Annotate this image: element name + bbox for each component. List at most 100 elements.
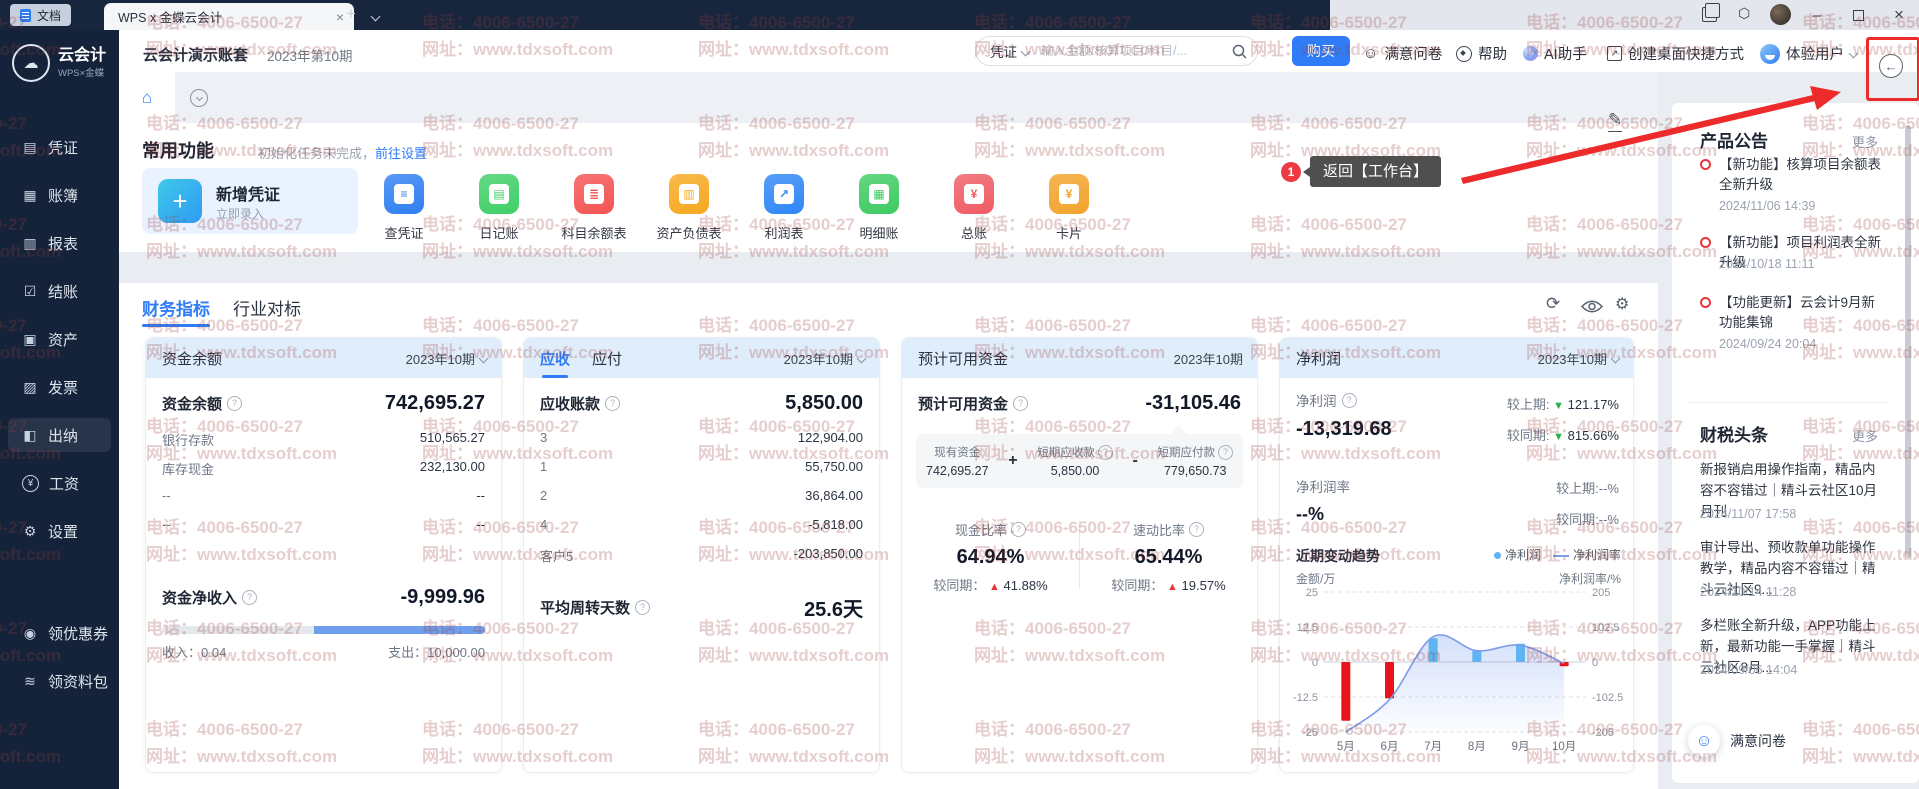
- tab-industry-benchmark[interactable]: 行业对标: [233, 295, 301, 320]
- help-icon[interactable]: ?: [1189, 522, 1204, 537]
- period-selector[interactable]: 2023年10期: [1538, 349, 1619, 368]
- scrollbar-thumb[interactable]: [1905, 125, 1911, 558]
- 总账-icon: ¥: [954, 174, 994, 214]
- sidebar-item-4[interactable]: ▣资产: [8, 322, 111, 356]
- metric-value: -13,319.68: [1296, 418, 1392, 441]
- survey-button[interactable]: ☺满意问卷: [1363, 43, 1442, 64]
- chevron-down-icon: [1611, 353, 1621, 363]
- help-icon[interactable]: ?: [1011, 522, 1026, 537]
- metric-value: --%: [1296, 504, 1350, 525]
- sidebar-item-3[interactable]: ☑结账: [8, 274, 111, 308]
- help-icon[interactable]: ?: [605, 396, 620, 411]
- global-search[interactable]: 凭证: [975, 36, 1258, 66]
- period-value: 2023年10期: [406, 349, 475, 368]
- window-restore-button[interactable]: [1843, 2, 1873, 28]
- announcement-date: 2024/09/24 20:04: [1719, 337, 1816, 351]
- help-icon[interactable]: ?: [635, 600, 650, 615]
- app-总账[interactable]: ¥总账: [926, 174, 1022, 242]
- search-input[interactable]: [1039, 43, 1232, 59]
- sidebar-item-8[interactable]: ⚙设置: [8, 514, 111, 548]
- smiley-icon: ☺: [1363, 45, 1378, 62]
- trend-title: 近期变动趋势: [1296, 546, 1380, 566]
- tab-receivable[interactable]: 应收: [540, 348, 570, 369]
- app-日记账[interactable]: ▤日记账: [451, 174, 547, 242]
- tab-overview-icon[interactable]: [1702, 7, 1717, 22]
- sidebar-item-0[interactable]: ▤凭证: [8, 130, 111, 164]
- app-科目余额表[interactable]: ≣科目余额表: [546, 174, 642, 242]
- search-scope[interactable]: 凭证: [990, 41, 1017, 61]
- headlines-title: 财税头条: [1700, 421, 1768, 446]
- app-卡片[interactable]: ¥卡片: [1021, 174, 1117, 242]
- announcement-date: 2024/11/06 14:39: [1719, 199, 1815, 213]
- refresh-icon[interactable]: ⟳: [1546, 294, 1560, 314]
- search-icon[interactable]: [1232, 44, 1247, 59]
- announcements-more-link[interactable]: 更多: [1852, 132, 1878, 151]
- sidebar-footer-item-1[interactable]: ≋领资料包: [8, 664, 111, 698]
- help-icon[interactable]: ?: [1098, 445, 1113, 460]
- sidebar-item-2[interactable]: ▥报表: [8, 226, 111, 260]
- docs-button[interactable]: 文档: [10, 4, 71, 26]
- tab-financial-indicators[interactable]: 财务指标: [142, 295, 210, 320]
- help-icon[interactable]: ?: [242, 590, 257, 605]
- turnover-metric: 平均周转天数? 25.6天: [540, 593, 863, 622]
- sidebar-item-5[interactable]: ▨发票: [8, 370, 111, 404]
- help-icon[interactable]: ?: [1342, 393, 1357, 408]
- survey-fab[interactable]: ☺ 满意问卷: [1688, 725, 1786, 757]
- app-利润表[interactable]: ↗利润表: [736, 174, 832, 242]
- history-clock-icon[interactable]: [190, 89, 208, 107]
- sidebar-item-1[interactable]: ▦账簿: [8, 178, 111, 212]
- period-selector[interactable]: 2023年10期: [784, 349, 865, 368]
- buy-button[interactable]: 购买: [1292, 36, 1350, 66]
- ai-sparkle-icon: ···: [1523, 46, 1538, 61]
- app-glyph: ▦: [869, 184, 889, 204]
- 日记账-icon: ▤: [479, 174, 519, 214]
- help-icon[interactable]: ?: [1013, 396, 1028, 411]
- quick-functions-title: 常用功能: [142, 137, 214, 163]
- window-close-button[interactable]: ×: [1884, 2, 1914, 28]
- app-查凭证[interactable]: ≡查凭证: [356, 174, 452, 242]
- sidebar-item-6[interactable]: ◧出纳: [8, 418, 111, 452]
- app-label: 明细账: [831, 223, 927, 242]
- eye-icon[interactable]: [1581, 299, 1603, 314]
- active-browser-tab[interactable]: WPS x 金蝶云会计 ×: [104, 3, 354, 30]
- account-set-name[interactable]: 云会计演示账套: [143, 44, 248, 65]
- table-row: 3122,904.00: [540, 430, 863, 445]
- help-icon[interactable]: ?: [227, 396, 242, 411]
- expense: 支出：10,000.00: [388, 642, 485, 661]
- sidebar-footer-item-0[interactable]: ◉领优惠券: [8, 616, 111, 650]
- bullet-icon: [1700, 237, 1711, 248]
- app-明细账[interactable]: ▦ 明细账: [831, 174, 927, 242]
- help-icon[interactable]: ?: [1218, 445, 1233, 460]
- edit-pencil-icon[interactable]: ✎: [1608, 110, 1622, 132]
- ai-assistant-button[interactable]: ···AI助手: [1523, 43, 1587, 64]
- window-minimize-button[interactable]: –: [1802, 2, 1832, 28]
- tab-payable[interactable]: 应付: [592, 348, 622, 369]
- calc-label: 现有资金: [926, 444, 989, 460]
- sidebar-item-7[interactable]: ¥工资: [8, 466, 111, 500]
- app-资产负债表[interactable]: ▥资产负债表: [641, 174, 737, 242]
- user-menu[interactable]: 体验用户: [1760, 43, 1857, 64]
- operator: +: [1006, 452, 1019, 470]
- browser-avatar[interactable]: [1770, 4, 1791, 25]
- delta-label: 较同期：: [1111, 578, 1163, 593]
- sidebar-item-label: 领优惠券: [48, 623, 108, 644]
- headlines-more-link[interactable]: 更多: [1852, 426, 1878, 445]
- help-button[interactable]: 帮助: [1456, 43, 1507, 64]
- sidebar-item-label: 发票: [48, 377, 78, 398]
- tab-close-icon[interactable]: ×: [336, 9, 344, 25]
- new-tab-button[interactable]: +: [346, 4, 356, 24]
- tab-home[interactable]: ⌂: [119, 72, 175, 123]
- create-desktop-shortcut-button[interactable]: ↗创建桌面快捷方式: [1607, 43, 1744, 64]
- gear-icon[interactable]: ⚙: [1615, 294, 1629, 314]
- 工资-icon: ¥: [22, 475, 39, 492]
- apps-cube-icon[interactable]: ⬡: [1738, 5, 1750, 22]
- calc-item-1: 短期应收款?5,850.00: [1037, 444, 1113, 478]
- period-selector[interactable]: 2023年10期: [406, 349, 487, 368]
- browser-topbar: 文档 WPS x 金蝶云会计 × + ⬡ – ×: [0, 0, 1919, 30]
- 报表-icon: ▥: [22, 235, 38, 252]
- tab-active-underline: [142, 324, 210, 327]
- go-to-settings-link[interactable]: 前往设置: [375, 146, 427, 161]
- table-row: 客户5-203,850.00: [540, 546, 863, 565]
- plus-icon[interactable]: +: [158, 179, 202, 223]
- search-scope-chevron-icon[interactable]: [1021, 46, 1031, 56]
